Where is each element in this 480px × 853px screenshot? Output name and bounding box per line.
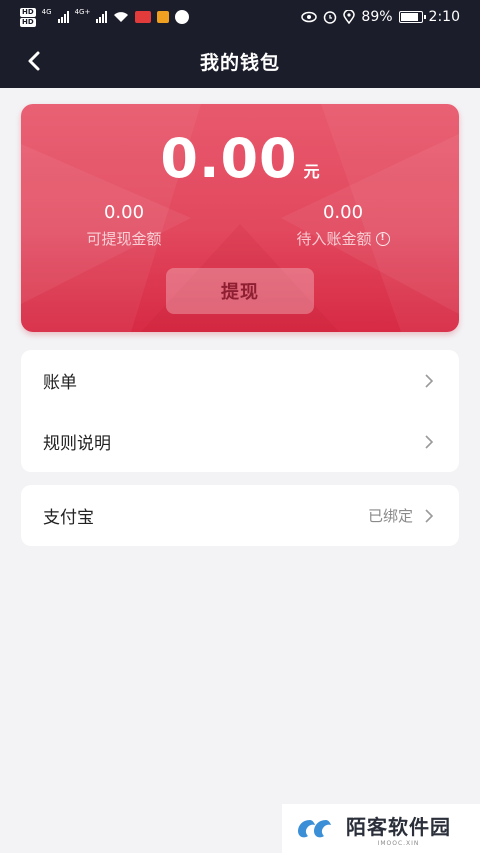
watermark: 陌客软件园 IMOOC.XIN bbox=[282, 804, 480, 853]
balance-amount: 0.00 bbox=[160, 127, 298, 190]
watermark-logo-icon bbox=[298, 819, 331, 837]
balance-row: 0.00 元 bbox=[21, 130, 459, 188]
app-circle-icon bbox=[175, 10, 190, 24]
status-bar: HD HD 4G 4G+ 89% 2:10 bbox=[0, 0, 480, 34]
menu-item-rules[interactable]: 规则说明 bbox=[21, 411, 459, 472]
withdraw-button[interactable]: 提现 bbox=[166, 268, 314, 314]
hd-indicator: HD HD bbox=[20, 7, 36, 27]
withdrawable-amount: 0.00 bbox=[103, 202, 145, 223]
pending-amount: 0.00 bbox=[322, 202, 364, 223]
menu-item-bill[interactable]: 账单 bbox=[21, 350, 459, 411]
menu-item-label: 规则说明 bbox=[43, 434, 111, 454]
signal-icon bbox=[57, 11, 69, 23]
pending-block: 0.00 待入账金额 ! bbox=[263, 202, 423, 249]
location-icon bbox=[343, 10, 356, 24]
status-right: 89% 2:10 bbox=[301, 9, 460, 25]
app-notification-icon-2 bbox=[157, 11, 170, 23]
info-icon[interactable]: ! bbox=[375, 231, 390, 246]
balance-unit: 元 bbox=[303, 162, 320, 181]
nav-header: 我的钱包 bbox=[0, 34, 480, 88]
battery-icon bbox=[398, 11, 426, 23]
menu-item-label: 账单 bbox=[43, 373, 77, 393]
wallet-card: 0.00 元 0.00 可提现金额 0.00 待入账金额 ! 提现 bbox=[21, 104, 459, 332]
chevron-right-icon bbox=[425, 508, 434, 523]
hd-bottom: HD bbox=[20, 17, 36, 27]
hd-top: HD bbox=[20, 7, 36, 17]
alipay-label: 支付宝 bbox=[43, 508, 94, 528]
menu-group: 账单 规则说明 bbox=[21, 350, 459, 472]
wifi-icon bbox=[114, 12, 129, 22]
signal-icon-2 bbox=[96, 11, 108, 23]
app-notification-icon bbox=[135, 11, 152, 23]
back-icon[interactable] bbox=[22, 48, 48, 74]
alipay-status: 已绑定 bbox=[367, 507, 413, 525]
status-left: HD HD 4G 4G+ bbox=[20, 7, 190, 27]
eye-icon bbox=[301, 11, 318, 23]
watermark-sub: IMOOC.XIN bbox=[377, 839, 420, 847]
network-type-2: 4G+ bbox=[74, 8, 91, 16]
watermark-text: 陌客软件园 bbox=[346, 814, 451, 839]
withdrawable-block: 0.00 可提现金额 bbox=[44, 202, 204, 249]
battery-percent: 89% bbox=[361, 9, 393, 25]
payment-group: 支付宝 已绑定 bbox=[21, 485, 459, 546]
alarm-icon bbox=[324, 11, 337, 24]
clock: 2:10 bbox=[428, 9, 460, 25]
withdrawable-label: 可提现金额 bbox=[86, 230, 162, 248]
chevron-right-icon bbox=[425, 434, 434, 449]
pending-label: 待入账金额 bbox=[296, 230, 372, 248]
menu-item-alipay[interactable]: 支付宝 已绑定 bbox=[21, 485, 459, 546]
network-type-1: 4G bbox=[41, 8, 52, 16]
page-title: 我的钱包 bbox=[199, 51, 280, 74]
chevron-right-icon bbox=[425, 373, 434, 388]
